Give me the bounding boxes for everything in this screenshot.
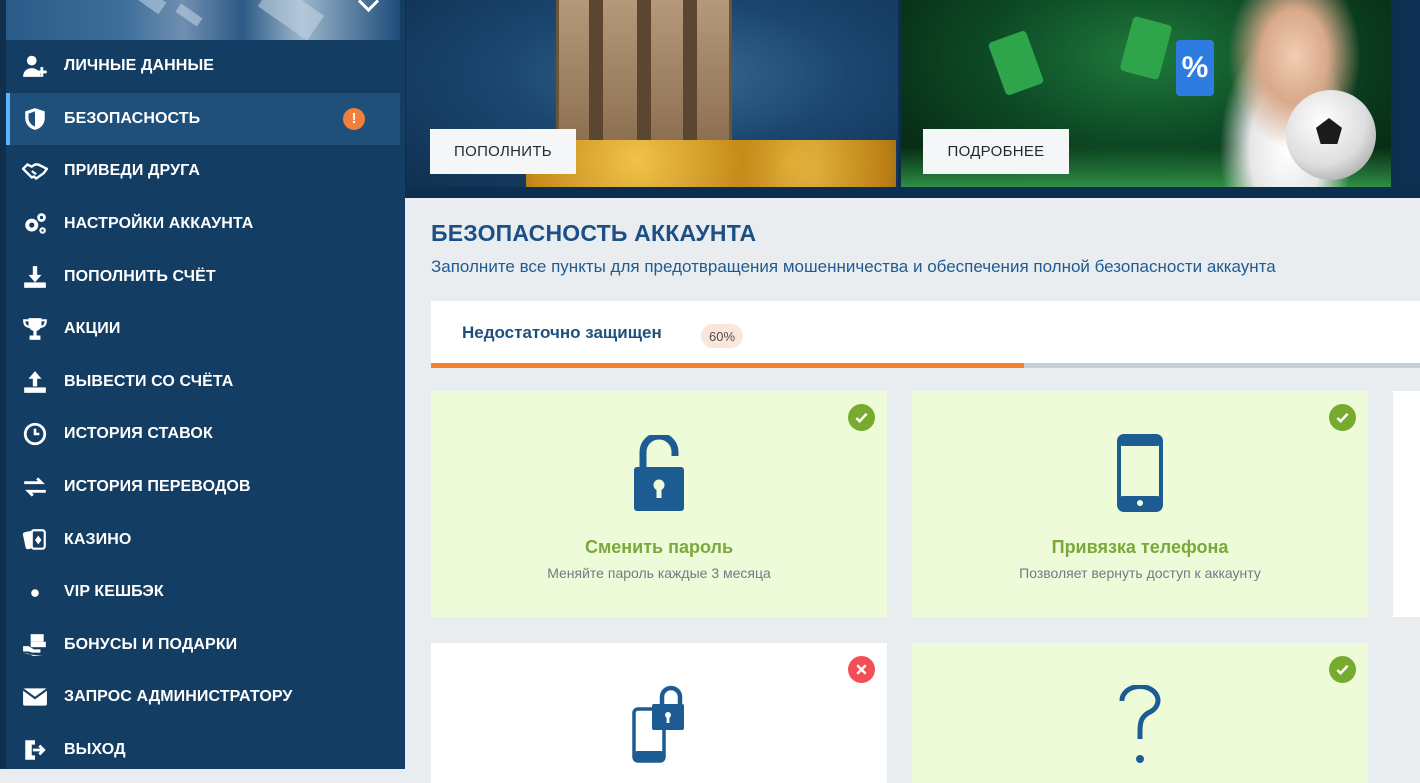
phone-binding-card[interactable]: Привязка телефона Позволяет вернуть дост… — [912, 391, 1368, 617]
card-title: Привязка телефона — [1051, 537, 1229, 557]
card-description: Позволяет вернуть доступ к аккаунту — [1019, 565, 1261, 581]
sidebar-item-label: ИСТОРИЯ ПЕРЕВОДОВ — [64, 478, 251, 496]
withdraw-icon — [6, 369, 64, 395]
next-banner-edge[interactable] — [1395, 0, 1420, 187]
sidebar-item-label: VIP КЕШБЭК — [64, 583, 164, 601]
smartphone-icon — [1117, 434, 1163, 512]
security-status-card: Недостаточно защищен 60% — [431, 301, 1420, 368]
green-card-image — [1119, 15, 1173, 81]
sidebar-item-transfer-history[interactable]: ИСТОРИЯ ПЕРЕВОДОВ — [6, 461, 400, 514]
sidebar-item-label: НАСТРОЙКИ АККАУНТА — [64, 215, 254, 233]
phone-lock-icon — [632, 685, 684, 763]
security-progress-fill — [431, 363, 1025, 368]
question-mark-icon — [1119, 685, 1161, 763]
sidebar-item-label: ИСТОРИЯ СТАВОК — [64, 425, 213, 443]
sidebar-item-withdraw[interactable]: ВЫВЕСТИ СО СЧЁТА — [6, 356, 400, 409]
checkmark-icon — [848, 404, 875, 431]
chevron-down-icon[interactable] — [357, 0, 380, 13]
deposit-button[interactable]: ПОПОЛНИТЬ — [430, 129, 576, 174]
handshake-icon — [6, 158, 64, 184]
logout-icon — [6, 737, 64, 763]
sidebar-item-bet-history[interactable]: ИСТОРИЯ СТАВОК — [6, 408, 400, 461]
sidebar-item-invite-friend[interactable]: ПРИВЕДИ ДРУГА — [6, 145, 400, 198]
clock-icon — [6, 421, 64, 447]
sidebar: ЛИЧНЫЕ ДАННЫЕ БЕЗОПАСНОСТЬ ! ПРИВЕДИ ДРУ… — [0, 0, 405, 769]
user-plus-icon — [6, 53, 64, 79]
transfer-arrows-icon — [6, 474, 64, 500]
page-subtitle: Заполните все пункты для предотвращения … — [431, 257, 1276, 276]
sidebar-item-account-settings[interactable]: НАСТРОЙКИ АККАУНТА — [6, 198, 400, 251]
football-ball-image — [1286, 90, 1376, 180]
sidebar-item-label: БОНУСЫ И ПОДАРКИ — [64, 635, 238, 653]
cross-icon — [848, 656, 875, 683]
treasure-chest-banner[interactable]: ПОПОЛНИТЬ — [406, 0, 898, 187]
sidebar-item-label: ЛИЧНЫЕ ДАННЫЕ — [64, 57, 215, 75]
treasure-chest-image — [556, 0, 732, 153]
sidebar-item-label: ВЫХОД — [64, 741, 126, 759]
sidebar-item-label: ПРИВЕДИ ДРУГА — [64, 162, 200, 180]
sidebar-header-banner — [6, 0, 400, 40]
promo-banners: ПОПОЛНИТЬ % ПОДРОБНЕЕ — [405, 0, 1420, 198]
gift-icon — [6, 632, 64, 658]
trophy-icon — [6, 316, 64, 342]
percent-card: % — [1176, 40, 1214, 96]
details-button[interactable]: ПОДРОБНЕЕ — [923, 129, 1069, 174]
sidebar-item-security[interactable]: БЕЗОПАСНОСТЬ ! — [6, 92, 400, 146]
sidebar-item-admin-request[interactable]: ЗАПРОС АДМИНИСТРАТОРУ — [6, 671, 400, 724]
sidebar-item-promotions[interactable]: АКЦИИ — [6, 303, 400, 356]
sidebar-item-personal-data[interactable]: ЛИЧНЫЕ ДАННЫЕ — [6, 40, 400, 93]
cards-icon — [6, 527, 64, 553]
sidebar-item-label: ПОПОЛНИТЬ СЧЁТ — [64, 267, 216, 285]
page-title: БЕЗОПАСНОСТЬ АККАУНТА — [431, 220, 757, 246]
shield-icon — [6, 106, 64, 132]
sidebar-item-label: КАЗИНО — [64, 530, 132, 548]
security-status-text: Недостаточно защищен — [462, 323, 662, 342]
checkmark-icon — [1329, 656, 1356, 683]
security-percent-badge: 60% — [701, 324, 744, 348]
football-promo-banner[interactable]: % ПОДРОБНЕЕ — [901, 0, 1391, 187]
sidebar-item-logout[interactable]: ВЫХОД — [6, 724, 400, 777]
padlock-icon — [634, 435, 684, 511]
security-page: БЕЗОПАСНОСТЬ АККАУНТА Заполните все пунк… — [405, 198, 1420, 783]
card-title: Сменить пароль — [584, 537, 734, 557]
security-progress-bar — [431, 363, 1420, 368]
green-card-image — [987, 29, 1045, 97]
two-factor-card[interactable] — [431, 643, 887, 783]
envelope-icon — [6, 684, 64, 710]
security-question-card[interactable] — [912, 643, 1368, 783]
account-menu: ЛИЧНЫЕ ДАННЫЕ БЕЗОПАСНОСТЬ ! ПРИВЕДИ ДРУ… — [6, 40, 400, 776]
deposit-icon — [6, 264, 64, 290]
security-card-edge[interactable] — [1393, 391, 1420, 617]
sidebar-item-label: АКЦИИ — [64, 320, 121, 338]
sidebar-item-bonuses-gifts[interactable]: БОНУСЫ И ПОДАРКИ — [6, 619, 400, 672]
alert-badge: ! — [343, 107, 365, 130]
gears-icon — [6, 211, 64, 237]
sidebar-item-deposit[interactable]: ПОПОЛНИТЬ СЧЁТ — [6, 250, 400, 303]
sidebar-item-label: ЗАПРОС АДМИНИСТРАТОРУ — [64, 688, 293, 706]
card-description: Меняйте пароль каждые 3 месяца — [547, 565, 771, 581]
change-password-card[interactable]: Сменить пароль Меняйте пароль каждые 3 м… — [431, 391, 887, 617]
sidebar-item-vip-cashback[interactable]: VIP КЕШБЭК — [6, 566, 400, 619]
gold-coins-image — [526, 140, 896, 187]
sidebar-item-casino[interactable]: КАЗИНО — [6, 513, 400, 566]
dot-icon — [6, 579, 64, 605]
checkmark-icon — [1329, 404, 1356, 431]
sidebar-item-label: ВЫВЕСТИ СО СЧЁТА — [64, 372, 234, 390]
